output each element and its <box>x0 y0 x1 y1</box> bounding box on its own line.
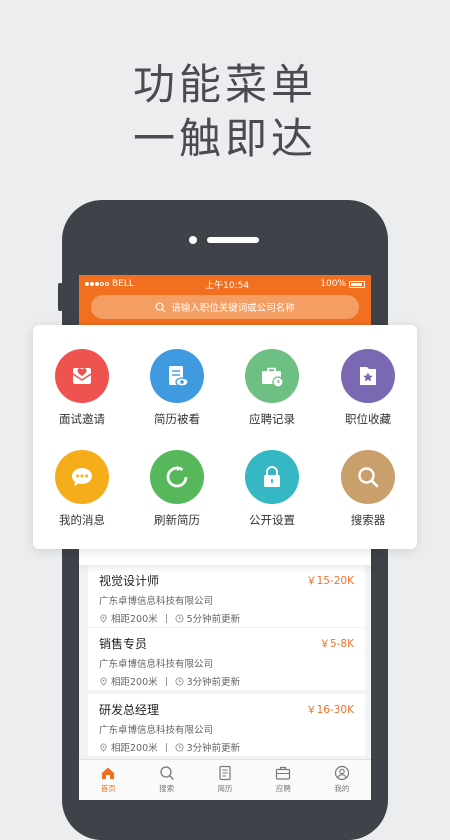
menu-item-icon-bg <box>55 349 109 403</box>
briefcase-clock-icon <box>262 367 284 388</box>
job-company: 广东卓博信息科技有限公司 <box>99 725 214 736</box>
menu-card-shadow <box>79 549 371 565</box>
tab-bar: 首页 搜索 简历 应聘 我的 <box>79 759 371 800</box>
menu-item-icon-bg <box>245 450 299 504</box>
tab-resume[interactable]: 简历 <box>196 760 254 800</box>
tab-label: 我的 <box>334 784 350 793</box>
menu-item-favorite-jobs[interactable]: 职位收藏 <box>320 349 416 427</box>
signal-icon <box>85 282 109 286</box>
menu-item-icon-bg <box>55 450 109 504</box>
menu-item-icon-bg <box>341 450 395 504</box>
location-pin-icon <box>100 742 107 752</box>
job-company: 广东卓博信息科技有限公司 <box>99 596 214 607</box>
menu-item-label: 刷新简历 <box>154 513 200 527</box>
divider <box>165 613 167 623</box>
tab-label: 应聘 <box>275 784 291 793</box>
menu-item-label: 简历被看 <box>154 412 200 426</box>
job-salary: ￥5-8K <box>319 638 354 650</box>
tab-label: 首页 <box>100 784 116 793</box>
search-icon <box>155 302 166 312</box>
menu-item-icon-bg <box>245 349 299 403</box>
job-title: 销售专员 <box>99 637 148 651</box>
job-salary: ￥16-30K <box>306 704 354 716</box>
divider <box>165 676 167 686</box>
phone-camera <box>189 236 197 244</box>
menu-item-icon-bg <box>150 450 204 504</box>
headline-line-2: 一触即达 <box>132 114 317 163</box>
carrier-label: BELL <box>112 279 134 289</box>
user-icon <box>334 765 349 781</box>
menu-item-icon-bg <box>341 349 395 403</box>
briefcase-icon <box>276 766 291 780</box>
menu-item-label: 应聘记录 <box>249 412 295 426</box>
menu-item-label: 我的消息 <box>59 513 105 527</box>
tab-home[interactable]: 首页 <box>79 760 137 800</box>
divider <box>165 742 167 752</box>
phone-speaker <box>207 237 259 243</box>
resume-icon <box>219 765 231 781</box>
tab-label: 简历 <box>217 784 233 793</box>
job-distance: 相距200米 <box>111 743 158 754</box>
bookmark-star-icon <box>360 367 376 385</box>
refresh-icon <box>166 466 188 488</box>
menu-item-label: 公开设置 <box>249 513 295 527</box>
menu-item-icon-bg <box>150 349 204 403</box>
job-salary: ￥15-20K <box>306 575 354 587</box>
job-company: 广东卓博信息科技有限公司 <box>99 659 214 670</box>
clock-icon <box>175 613 184 623</box>
menu-item-interview-invitation[interactable]: 面试邀请 <box>34 349 130 427</box>
job-card[interactable]: 销售专员 ￥5-8K 广东卓博信息科技有限公司 相距200米 3分钟前更新 <box>88 628 365 690</box>
menu-item-search-agent[interactable]: 搜索器 <box>320 450 416 528</box>
battery-percent: 100% <box>320 279 346 289</box>
clock-icon <box>175 676 184 686</box>
search-icon <box>358 467 379 488</box>
tab-label: 搜索 <box>159 784 175 793</box>
lock-icon <box>264 466 280 487</box>
clock-icon <box>175 742 184 752</box>
job-card[interactable]: 视觉设计师 ￥15-20K 广东卓博信息科技有限公司 相距200米 5分钟前更新 <box>88 565 365 627</box>
clock: 上午10:54 <box>205 280 250 291</box>
battery-icon <box>349 280 365 288</box>
app-header: BELL 上午10:54 100% 请输入职位关键词或公司名称 <box>79 275 371 325</box>
home-icon <box>102 767 115 779</box>
status-bar: BELL 上午10:54 100% <box>85 277 365 291</box>
menu-item-label: 搜索器 <box>350 513 386 527</box>
function-menu-card: 面试邀请 简历被看 应聘记录 职位收藏 我的消息 刷新简历 公开设置 搜索器 <box>33 325 417 549</box>
headline: 功能菜单 一触即达 <box>0 58 450 166</box>
job-card[interactable]: 研发总经理 ￥16-30K 广东卓博信息科技有限公司 相距200米 3分钟前更新 <box>88 694 365 756</box>
invitation-heart-icon <box>72 368 92 384</box>
location-pin-icon <box>100 676 107 686</box>
location-pin-icon <box>100 613 107 623</box>
job-updated: 3分钟前更新 <box>186 743 241 754</box>
job-updated: 3分钟前更新 <box>186 677 241 688</box>
menu-item-privacy-settings[interactable]: 公开设置 <box>224 450 320 528</box>
menu-item-application-records[interactable]: 应聘记录 <box>224 349 320 427</box>
menu-item-resume-viewed[interactable]: 简历被看 <box>129 349 225 427</box>
job-distance: 相距200米 <box>111 614 158 625</box>
menu-item-label: 职位收藏 <box>345 412 391 426</box>
menu-item-label: 面试邀请 <box>59 412 105 426</box>
tab-search[interactable]: 搜索 <box>137 760 195 800</box>
job-distance: 相距200米 <box>111 677 158 688</box>
tab-profile[interactable]: 我的 <box>313 760 371 800</box>
search-placeholder: 请输入职位关键词或公司名称 <box>171 303 295 314</box>
menu-item-refresh-resume[interactable]: 刷新简历 <box>129 450 225 528</box>
search-icon <box>159 766 174 780</box>
tab-applications[interactable]: 应聘 <box>254 760 312 800</box>
menu-item-my-messages[interactable]: 我的消息 <box>34 450 130 528</box>
search-input[interactable]: 请输入职位关键词或公司名称 <box>91 295 359 319</box>
resume-viewed-icon <box>169 366 189 387</box>
job-updated: 5分钟前更新 <box>186 614 241 625</box>
headline-line-1: 功能菜单 <box>132 60 317 109</box>
chat-bubble-icon <box>72 468 92 486</box>
